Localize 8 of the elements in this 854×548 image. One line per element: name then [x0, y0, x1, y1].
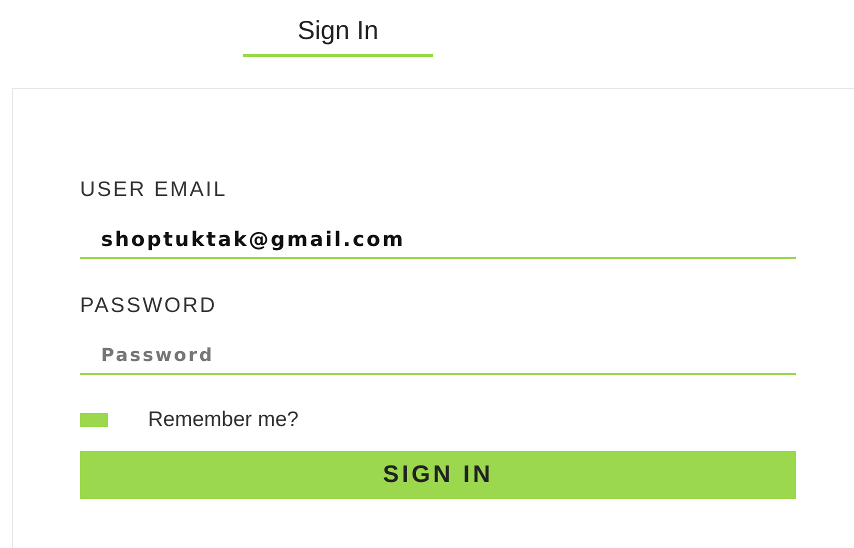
field-label: PASSWORD — [80, 293, 218, 319]
email-field[interactable]: shoptuktak@gmail.com — [80, 221, 796, 259]
sign-in-button[interactable]: SIGN IN — [80, 451, 796, 499]
password-field[interactable]: Password — [80, 337, 796, 375]
sign-in-tab[interactable]: Sign In — [243, 0, 433, 57]
remember-label: Remember me? — [148, 407, 299, 434]
field-label: USER EMAIL — [80, 177, 228, 203]
remember-checkbox[interactable] — [80, 413, 108, 427]
